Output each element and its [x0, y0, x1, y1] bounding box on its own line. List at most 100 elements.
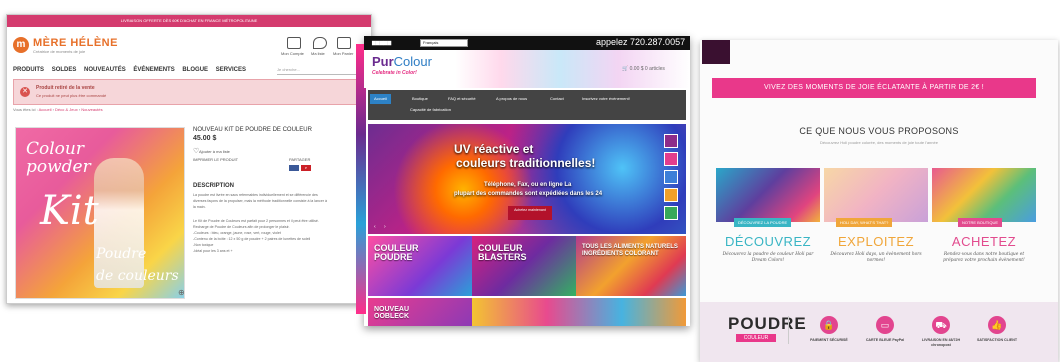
- search-input[interactable]: Je cherche...: [277, 67, 357, 75]
- cart-summary[interactable]: 🛒 0.00 $ 0 articles: [622, 66, 665, 72]
- language-select[interactable]: Français: [420, 39, 468, 47]
- hero-title-line1: UV réactive et: [454, 142, 534, 156]
- description-heading: DESCRIPTION: [193, 183, 235, 189]
- nav-services[interactable]: SERVICES: [216, 67, 246, 73]
- language-flags-icon[interactable]: ▆▆▆▆▆: [372, 40, 391, 46]
- account-icon[interactable]: [287, 37, 301, 49]
- slider-thumbnail[interactable]: [664, 170, 678, 184]
- product-image-word-colour: Colour powder: [26, 139, 91, 177]
- nav-faq[interactable]: FAQ et sécurité: [444, 94, 480, 104]
- nav-about[interactable]: A propos de nous: [492, 94, 531, 104]
- breadcrumb-home[interactable]: Accueil: [39, 107, 52, 112]
- tile-oobleck[interactable]: NOUVEAU OOBLECK: [368, 298, 472, 326]
- breadcrumb-prefix: Vous êtes ici :: [13, 107, 38, 112]
- nav-boutique[interactable]: Boutique: [408, 94, 432, 104]
- truck-icon: ⛟: [932, 316, 950, 334]
- logo-tagline: Créatrice de moments de joie: [33, 49, 86, 54]
- description-line: Le Kit de Poudre de Couleurs est parfait…: [193, 219, 319, 223]
- product-image-word-couleurs: de couleurs: [96, 268, 179, 284]
- tile-natural-colorant[interactable]: TOUS LES ALIMENTS NATURELS INGRÉDIENTS CO…: [576, 236, 686, 296]
- card-text: Découvrez Holi days, un évènement hors n…: [830, 252, 922, 263]
- slider-thumbnail[interactable]: [664, 188, 678, 202]
- slider-thumbnail[interactable]: [664, 206, 678, 220]
- pinterest-share-icon[interactable]: P: [301, 165, 311, 171]
- cart-icon[interactable]: [337, 37, 351, 49]
- slider-thumbnail[interactable]: [664, 152, 678, 166]
- main-nav: PRODUITS SOLDES NOUVEAUTÉS ÉVÉNEMENTS BL…: [13, 67, 252, 73]
- tile-color-bowls-image[interactable]: [472, 298, 686, 326]
- share-label: PARTAGER: [289, 157, 311, 162]
- card-title[interactable]: DÉCOUVREZ: [716, 234, 820, 249]
- card-exploitez[interactable]: HOLI DAY, WHAT'S THAT? EXPLOITEZ Découvr…: [824, 168, 928, 276]
- nav-soldes[interactable]: SOLDES: [52, 67, 77, 73]
- slider-thumbnail[interactable]: [664, 134, 678, 148]
- hero-subtitle-line2: plupart des commandes sont expédiées dan…: [454, 191, 603, 197]
- hero-title-line2: couleurs traditionnelles!: [456, 156, 596, 170]
- product-title: NOUVEAU KIT DE POUDRE DE COULEUR: [193, 127, 312, 133]
- account-label[interactable]: Mon Compte: [281, 51, 304, 56]
- card-image[interactable]: [716, 168, 820, 222]
- tile-couleur-blasters[interactable]: COULEUR BLASTERS: [472, 236, 576, 296]
- nav-evenements[interactable]: ÉVÉNEMENTS: [133, 67, 174, 73]
- corner-image: [702, 40, 730, 64]
- print-product-link[interactable]: IMPRIMER LE PRODUIT: [193, 157, 238, 162]
- tile-title: NOUVEAU OOBLECK: [374, 306, 410, 320]
- footer-divider: [788, 316, 789, 344]
- cart-label[interactable]: Mon Panier: [333, 51, 353, 56]
- poudre-couleur-screenshot: VIVEZ DES MOMENTS DE JOIE ÉCLATANTE À PA…: [700, 40, 1058, 362]
- product-price: 45.00 $: [193, 135, 217, 142]
- breadcrumb-current[interactable]: Nouveautés: [81, 107, 102, 112]
- card-decouvrez[interactable]: DÉCOUVREZ LA POUDRE DÉCOUVREZ Découvrez …: [716, 168, 820, 276]
- logo-name[interactable]: MÈRE HÉLÈNE: [33, 37, 118, 49]
- nav-accueil[interactable]: Accueil: [370, 94, 391, 104]
- promo-topbar: LIVRAISON OFFERTE DÈS 60€ D'ACHAT EN FRA…: [7, 15, 371, 27]
- lock-icon: 🔒: [820, 316, 838, 334]
- card-tag: HOLI DAY, WHAT'S THAT?: [836, 218, 893, 227]
- tile-couleur-poudre[interactable]: COULEUR POUDRE: [368, 236, 472, 296]
- facebook-share-icon[interactable]: [289, 165, 299, 171]
- buy-now-button[interactable]: Achetez maintenant: [508, 206, 552, 220]
- section-heading: CE QUE NOUS VOUS PROPOSONS: [799, 126, 959, 136]
- footer-logo[interactable]: POUDRE: [728, 314, 807, 334]
- chevron-right-icon[interactable]: ›: [384, 224, 386, 230]
- hero-subtitle-line1: Téléphone, Fax, ou en ligne La: [484, 182, 572, 188]
- logo-icon[interactable]: m: [13, 37, 29, 53]
- description-line: Recharge de Poudre de Couleurs afin de p…: [193, 225, 290, 229]
- tile-title: TOUS LES ALIMENTS NATURELS INGRÉDIENTS CO…: [582, 244, 678, 257]
- card-text: Découvrez la poudre de couleur Holi par …: [722, 252, 814, 263]
- nav-manufacturing[interactable]: Capacité de fabrication: [410, 107, 451, 112]
- card-achetez[interactable]: NOTRE BOUTIQUE ACHETEZ Rendez-vous dans …: [932, 168, 1036, 276]
- tile-title: COULEUR POUDRE: [374, 243, 419, 262]
- wishlist-label[interactable]: Ma liste: [311, 51, 325, 56]
- card-title[interactable]: ACHETEZ: [932, 234, 1036, 249]
- heart-icon[interactable]: [313, 37, 327, 49]
- description-line: -Idéal pour les 3 ans et +: [193, 249, 233, 253]
- nav-produits[interactable]: PRODUITS: [13, 67, 44, 73]
- footer-label-card: CARTE BLEUE PayPal: [865, 338, 905, 342]
- card-text: Rendez-vous dans notre boutique et prépa…: [943, 252, 1025, 263]
- purcolour-logo[interactable]: PurColour: [372, 54, 432, 69]
- promo-banner[interactable]: VIVEZ DES MOMENTS DE JOIE ÉCLATANTE À PA…: [712, 78, 1036, 98]
- tile-title: COULEUR BLASTERS: [478, 243, 527, 262]
- card-image[interactable]: [824, 168, 928, 222]
- alert-banner: ✕ Produit retiré de la vente Ce produit …: [13, 79, 367, 105]
- alert-text: Ce produit ne peut plus être commandé: [36, 93, 107, 98]
- description-line: diverses façons de la propulser, mais la…: [193, 199, 328, 203]
- nav-nouveautes[interactable]: NOUVEAUTÉS: [84, 67, 126, 73]
- nav-register-event[interactable]: Inscrivez votre événement!: [578, 94, 634, 104]
- card-image[interactable]: [932, 168, 1036, 222]
- error-icon: ✕: [20, 87, 30, 97]
- breadcrumb: Vous êtes ici : Accueil › Déco & Jeux › …: [13, 107, 103, 112]
- add-to-wishlist-link[interactable]: Ajouter à ma liste: [199, 149, 230, 154]
- product-image[interactable]: Colour powder Kit Poudre de couleurs ⊕: [15, 127, 185, 299]
- chevron-left-icon[interactable]: ‹: [374, 224, 376, 230]
- nav-blogue[interactable]: BLOGUE: [182, 67, 208, 73]
- nav-contact[interactable]: Contact: [546, 94, 568, 104]
- card-title[interactable]: EXPLOITEZ: [824, 234, 928, 249]
- zoom-icon[interactable]: ⊕: [178, 288, 184, 297]
- section-subheading: Découvrez Holi poudre colorée, des momen…: [820, 140, 938, 145]
- breadcrumb-category[interactable]: Déco & Jeux: [55, 107, 78, 112]
- main-nav: Accueil Boutique FAQ et sécurité A propo…: [368, 90, 686, 120]
- credit-card-icon: ▭: [876, 316, 894, 334]
- cart-icon[interactable]: 🛒: [622, 66, 628, 72]
